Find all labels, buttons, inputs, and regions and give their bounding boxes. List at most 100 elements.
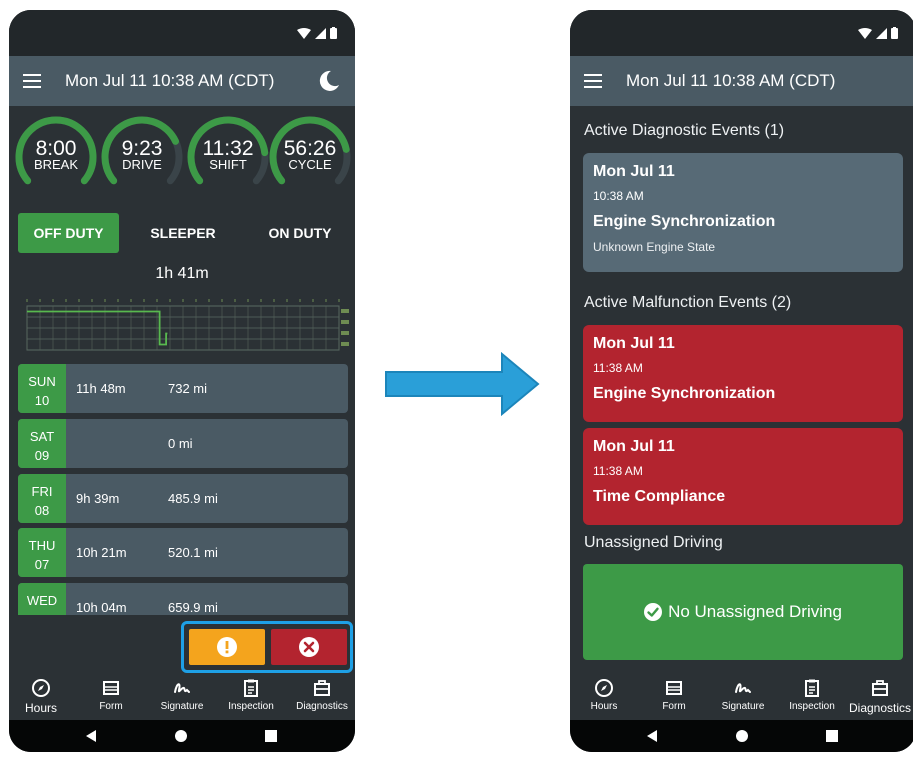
- log-row-total: [341, 309, 349, 313]
- nav-form-label: Form: [662, 701, 686, 712]
- nav-signature-label: Signature: [160, 701, 204, 712]
- log-hour-tick: [156, 299, 158, 302]
- toolbox-icon: [872, 680, 888, 696]
- event-name: Time Compliance: [593, 488, 726, 505]
- nav-diagnostics-label: Diagnostics: [296, 701, 348, 712]
- day-row-thu[interactable]: THU 07 10h 21m 520.1 mi: [18, 528, 348, 577]
- malfunction-error-button[interactable]: [271, 629, 347, 665]
- nav-diagnostics[interactable]: Diagnostics: [292, 678, 352, 712]
- nav-signature[interactable]: Signature: [715, 678, 771, 712]
- hours-gauges: 8:00 BREAK 9:23 DRIVE 11:32 SHIFT 56:26 …: [13, 114, 351, 194]
- hamburger-menu-icon[interactable]: [584, 74, 602, 88]
- log-hour-tick: [26, 299, 28, 302]
- gauge-drive-label: DRIVE: [122, 157, 162, 172]
- hamburger-menu-icon[interactable]: [23, 74, 41, 88]
- status-bar: [9, 10, 355, 56]
- nav-inspection-label: Inspection: [228, 701, 274, 712]
- signature-icon: [735, 683, 751, 693]
- diagnostic-event-card[interactable]: Mon Jul 11 10:38 AM Engine Synchronizati…: [583, 153, 903, 272]
- malfunction-event-card[interactable]: Mon Jul 11 11:38 AM Time Compliance: [583, 428, 903, 525]
- unassigned-driving-card: No Unassigned Driving: [583, 564, 903, 660]
- sleeper-button[interactable]: SLEEPER: [138, 213, 228, 253]
- event-name: Engine Synchronization: [593, 213, 776, 230]
- home-icon[interactable]: [175, 730, 187, 742]
- recents-icon[interactable]: [826, 730, 838, 742]
- diagnostic-events-title: Active Diagnostic Events (1): [584, 122, 785, 139]
- log-hour-tick: [221, 299, 223, 302]
- day-summary-list: SUN 10 11h 48m 732 mi SAT 09 0 mi FRI 08 9h…: [18, 364, 348, 615]
- nav-inspection[interactable]: Inspection: [223, 678, 279, 712]
- day-row-sun[interactable]: SUN 10 11h 48m 732 mi: [18, 364, 348, 413]
- duty-status-selector: OFF DUTY SLEEPER ON DUTY: [18, 213, 346, 253]
- moon-icon[interactable]: [317, 69, 341, 93]
- log-hour-tick: [143, 299, 145, 302]
- gauge-shift-label: SHIFT: [209, 157, 247, 172]
- back-icon[interactable]: [85, 730, 97, 742]
- duty-log-graph: [26, 299, 349, 351]
- bottom-navigation: Hours Form Signature Inspection Diagnost…: [570, 674, 913, 720]
- battery-icon: [891, 27, 898, 39]
- recents-icon[interactable]: [265, 730, 277, 742]
- log-row-total: [341, 342, 349, 346]
- log-hour-tick: [338, 299, 340, 302]
- gauge-break-value: 8:00: [35, 137, 77, 160]
- log-hour-tick: [273, 299, 275, 302]
- event-time: 11:38 AM: [593, 464, 643, 478]
- day-hours: 10h 21m: [76, 545, 127, 560]
- event-date: Mon Jul 11: [593, 335, 675, 352]
- day-badge: SAT 09: [18, 419, 66, 468]
- home-icon[interactable]: [736, 730, 748, 742]
- nav-hours[interactable]: Hours: [582, 678, 626, 712]
- log-hour-tick: [208, 299, 210, 302]
- nav-form[interactable]: Form: [91, 678, 131, 712]
- on-duty-button[interactable]: ON DUTY: [254, 213, 346, 253]
- day-miles: 659.9 mi: [168, 600, 218, 615]
- gauge-cycle: 56:26 CYCLE: [267, 114, 353, 194]
- form-icon: [666, 681, 682, 695]
- day-row-wed[interactable]: WED06 10h 04m 659.9 mi: [18, 583, 348, 615]
- day-row-sat[interactable]: SAT 09 0 mi: [18, 419, 348, 468]
- gauge-break-label: BREAK: [33, 157, 79, 172]
- signature-icon: [174, 683, 190, 693]
- day-hours: 11h 48m: [76, 381, 126, 396]
- clipboard-icon: [244, 679, 258, 697]
- nav-hours[interactable]: Hours: [19, 678, 63, 715]
- log-hour-tick: [104, 299, 106, 302]
- log-hour-tick: [117, 299, 119, 302]
- log-hour-tick: [299, 299, 301, 302]
- back-icon[interactable]: [646, 730, 658, 742]
- signal-icon: [876, 27, 887, 39]
- clipboard-icon: [805, 679, 819, 697]
- status-bar: [570, 10, 913, 56]
- signal-icon: [315, 27, 326, 39]
- compass-icon: [595, 679, 613, 697]
- log-hour-tick: [182, 299, 184, 302]
- nav-hours-label: Hours: [590, 701, 618, 712]
- nav-diagnostics[interactable]: Diagnostics: [846, 678, 913, 715]
- flow-arrow-icon: [385, 352, 540, 416]
- diagnostics-screen: Mon Jul 11 10:38 AM (CDT) Active Diagnos…: [570, 10, 913, 752]
- event-name: Engine Synchronization: [593, 385, 776, 402]
- nav-signature[interactable]: Signature: [154, 678, 210, 712]
- gauge-cycle-label: CYCLE: [288, 157, 332, 172]
- compass-icon: [32, 679, 50, 697]
- battery-icon: [330, 27, 337, 39]
- app-bar-title: Mon Jul 11 10:38 AM (CDT): [626, 71, 836, 90]
- log-hour-tick: [260, 299, 262, 302]
- day-hours: 9h 39m: [76, 491, 120, 506]
- system-navigation-bar: [570, 720, 913, 752]
- off-duty-button[interactable]: OFF DUTY: [18, 213, 119, 253]
- malfunction-event-card[interactable]: Mon Jul 11 11:38 AM Engine Synchronizati…: [583, 325, 903, 422]
- form-icon: [103, 681, 119, 695]
- log-row-total: [341, 331, 349, 335]
- diagnostic-warning-button[interactable]: [189, 629, 265, 665]
- event-detail: Unknown Engine State: [593, 240, 716, 254]
- day-badge: THU 07: [18, 528, 66, 577]
- nav-form[interactable]: Form: [654, 678, 694, 712]
- log-hour-tick: [52, 299, 54, 302]
- phone-hours-screen: Mon Jul 11 10:38 AM (CDT) 8:00 BREAK 9:2…: [9, 10, 355, 752]
- day-row-fri[interactable]: FRI 08 9h 39m 485.9 mi: [18, 474, 348, 523]
- nav-inspection-label: Inspection: [789, 701, 835, 712]
- log-hour-tick: [312, 299, 314, 302]
- nav-inspection[interactable]: Inspection: [784, 678, 840, 712]
